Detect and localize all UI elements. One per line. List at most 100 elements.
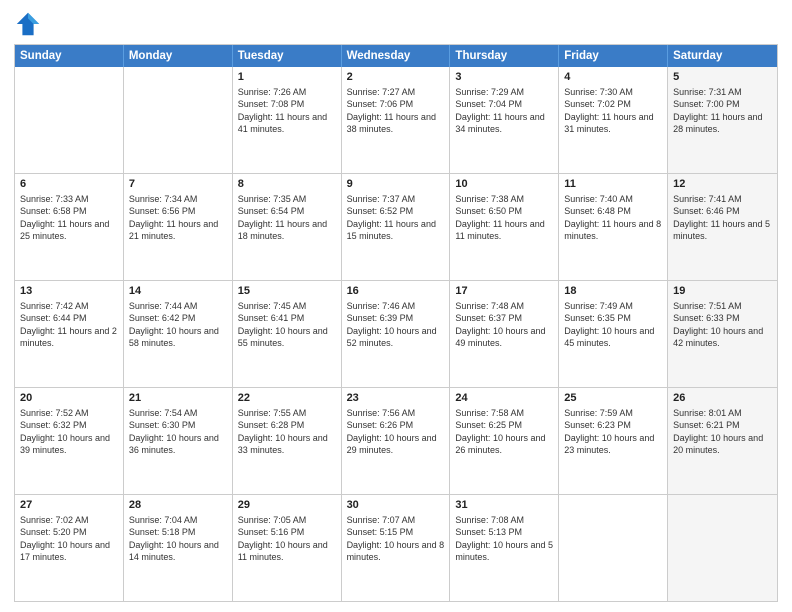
logo: [14, 10, 46, 38]
day-number: 6: [20, 177, 118, 192]
day-info: Sunrise: 7:55 AMSunset: 6:28 PMDaylight:…: [238, 407, 336, 457]
day-info: Sunrise: 7:49 AMSunset: 6:35 PMDaylight:…: [564, 300, 662, 350]
day-info: Sunrise: 7:04 AMSunset: 5:18 PMDaylight:…: [129, 514, 227, 564]
header-day-friday: Friday: [559, 45, 668, 67]
day-number: 4: [564, 70, 662, 85]
header-day-sunday: Sunday: [15, 45, 124, 67]
day-info: Sunrise: 7:59 AMSunset: 6:23 PMDaylight:…: [564, 407, 662, 457]
day-number: 27: [20, 498, 118, 513]
day-cell-9: 9Sunrise: 7:37 AMSunset: 6:52 PMDaylight…: [342, 174, 451, 280]
day-info: Sunrise: 7:46 AMSunset: 6:39 PMDaylight:…: [347, 300, 445, 350]
empty-cell: [559, 495, 668, 601]
day-info: Sunrise: 8:01 AMSunset: 6:21 PMDaylight:…: [673, 407, 772, 457]
day-cell-7: 7Sunrise: 7:34 AMSunset: 6:56 PMDaylight…: [124, 174, 233, 280]
day-info: Sunrise: 7:45 AMSunset: 6:41 PMDaylight:…: [238, 300, 336, 350]
day-cell-12: 12Sunrise: 7:41 AMSunset: 6:46 PMDayligh…: [668, 174, 777, 280]
calendar-body: 1Sunrise: 7:26 AMSunset: 7:08 PMDaylight…: [15, 67, 777, 601]
day-info: Sunrise: 7:52 AMSunset: 6:32 PMDaylight:…: [20, 407, 118, 457]
day-number: 28: [129, 498, 227, 513]
day-cell-18: 18Sunrise: 7:49 AMSunset: 6:35 PMDayligh…: [559, 281, 668, 387]
day-number: 15: [238, 284, 336, 299]
calendar-header: SundayMondayTuesdayWednesdayThursdayFrid…: [15, 45, 777, 67]
day-number: 7: [129, 177, 227, 192]
day-info: Sunrise: 7:30 AMSunset: 7:02 PMDaylight:…: [564, 86, 662, 136]
day-info: Sunrise: 7:48 AMSunset: 6:37 PMDaylight:…: [455, 300, 553, 350]
day-number: 12: [673, 177, 772, 192]
day-info: Sunrise: 7:41 AMSunset: 6:46 PMDaylight:…: [673, 193, 772, 243]
day-cell-19: 19Sunrise: 7:51 AMSunset: 6:33 PMDayligh…: [668, 281, 777, 387]
calendar-row-5: 27Sunrise: 7:02 AMSunset: 5:20 PMDayligh…: [15, 494, 777, 601]
calendar-row-4: 20Sunrise: 7:52 AMSunset: 6:32 PMDayligh…: [15, 387, 777, 494]
day-cell-8: 8Sunrise: 7:35 AMSunset: 6:54 PMDaylight…: [233, 174, 342, 280]
calendar: SundayMondayTuesdayWednesdayThursdayFrid…: [14, 44, 778, 602]
day-info: Sunrise: 7:37 AMSunset: 6:52 PMDaylight:…: [347, 193, 445, 243]
day-info: Sunrise: 7:51 AMSunset: 6:33 PMDaylight:…: [673, 300, 772, 350]
day-number: 22: [238, 391, 336, 406]
day-cell-15: 15Sunrise: 7:45 AMSunset: 6:41 PMDayligh…: [233, 281, 342, 387]
day-cell-16: 16Sunrise: 7:46 AMSunset: 6:39 PMDayligh…: [342, 281, 451, 387]
day-info: Sunrise: 7:05 AMSunset: 5:16 PMDaylight:…: [238, 514, 336, 564]
empty-cell: [124, 67, 233, 173]
day-number: 2: [347, 70, 445, 85]
day-cell-31: 31Sunrise: 7:08 AMSunset: 5:13 PMDayligh…: [450, 495, 559, 601]
day-number: 17: [455, 284, 553, 299]
logo-icon: [14, 10, 42, 38]
day-cell-20: 20Sunrise: 7:52 AMSunset: 6:32 PMDayligh…: [15, 388, 124, 494]
day-info: Sunrise: 7:27 AMSunset: 7:06 PMDaylight:…: [347, 86, 445, 136]
day-cell-17: 17Sunrise: 7:48 AMSunset: 6:37 PMDayligh…: [450, 281, 559, 387]
day-number: 25: [564, 391, 662, 406]
day-number: 13: [20, 284, 118, 299]
day-number: 23: [347, 391, 445, 406]
day-number: 3: [455, 70, 553, 85]
day-info: Sunrise: 7:29 AMSunset: 7:04 PMDaylight:…: [455, 86, 553, 136]
day-info: Sunrise: 7:35 AMSunset: 6:54 PMDaylight:…: [238, 193, 336, 243]
calendar-row-2: 6Sunrise: 7:33 AMSunset: 6:58 PMDaylight…: [15, 173, 777, 280]
day-cell-4: 4Sunrise: 7:30 AMSunset: 7:02 PMDaylight…: [559, 67, 668, 173]
day-number: 24: [455, 391, 553, 406]
day-cell-24: 24Sunrise: 7:58 AMSunset: 6:25 PMDayligh…: [450, 388, 559, 494]
header-day-monday: Monday: [124, 45, 233, 67]
day-cell-14: 14Sunrise: 7:44 AMSunset: 6:42 PMDayligh…: [124, 281, 233, 387]
header-day-tuesday: Tuesday: [233, 45, 342, 67]
header-day-thursday: Thursday: [450, 45, 559, 67]
day-info: Sunrise: 7:38 AMSunset: 6:50 PMDaylight:…: [455, 193, 553, 243]
day-number: 31: [455, 498, 553, 513]
header-day-saturday: Saturday: [668, 45, 777, 67]
header: [14, 10, 778, 38]
day-info: Sunrise: 7:34 AMSunset: 6:56 PMDaylight:…: [129, 193, 227, 243]
day-number: 10: [455, 177, 553, 192]
day-cell-1: 1Sunrise: 7:26 AMSunset: 7:08 PMDaylight…: [233, 67, 342, 173]
day-number: 14: [129, 284, 227, 299]
day-cell-13: 13Sunrise: 7:42 AMSunset: 6:44 PMDayligh…: [15, 281, 124, 387]
calendar-row-3: 13Sunrise: 7:42 AMSunset: 6:44 PMDayligh…: [15, 280, 777, 387]
day-info: Sunrise: 7:42 AMSunset: 6:44 PMDaylight:…: [20, 300, 118, 350]
day-cell-5: 5Sunrise: 7:31 AMSunset: 7:00 PMDaylight…: [668, 67, 777, 173]
day-number: 26: [673, 391, 772, 406]
day-cell-25: 25Sunrise: 7:59 AMSunset: 6:23 PMDayligh…: [559, 388, 668, 494]
day-number: 29: [238, 498, 336, 513]
day-info: Sunrise: 7:02 AMSunset: 5:20 PMDaylight:…: [20, 514, 118, 564]
day-info: Sunrise: 7:44 AMSunset: 6:42 PMDaylight:…: [129, 300, 227, 350]
header-day-wednesday: Wednesday: [342, 45, 451, 67]
day-cell-11: 11Sunrise: 7:40 AMSunset: 6:48 PMDayligh…: [559, 174, 668, 280]
day-number: 9: [347, 177, 445, 192]
page: SundayMondayTuesdayWednesdayThursdayFrid…: [0, 0, 792, 612]
day-info: Sunrise: 7:40 AMSunset: 6:48 PMDaylight:…: [564, 193, 662, 243]
day-cell-29: 29Sunrise: 7:05 AMSunset: 5:16 PMDayligh…: [233, 495, 342, 601]
day-info: Sunrise: 7:33 AMSunset: 6:58 PMDaylight:…: [20, 193, 118, 243]
day-number: 30: [347, 498, 445, 513]
day-info: Sunrise: 7:07 AMSunset: 5:15 PMDaylight:…: [347, 514, 445, 564]
day-cell-27: 27Sunrise: 7:02 AMSunset: 5:20 PMDayligh…: [15, 495, 124, 601]
calendar-row-1: 1Sunrise: 7:26 AMSunset: 7:08 PMDaylight…: [15, 67, 777, 173]
day-cell-30: 30Sunrise: 7:07 AMSunset: 5:15 PMDayligh…: [342, 495, 451, 601]
day-cell-10: 10Sunrise: 7:38 AMSunset: 6:50 PMDayligh…: [450, 174, 559, 280]
day-info: Sunrise: 7:08 AMSunset: 5:13 PMDaylight:…: [455, 514, 553, 564]
day-cell-2: 2Sunrise: 7:27 AMSunset: 7:06 PMDaylight…: [342, 67, 451, 173]
day-number: 21: [129, 391, 227, 406]
day-info: Sunrise: 7:26 AMSunset: 7:08 PMDaylight:…: [238, 86, 336, 136]
day-number: 5: [673, 70, 772, 85]
day-number: 18: [564, 284, 662, 299]
day-cell-23: 23Sunrise: 7:56 AMSunset: 6:26 PMDayligh…: [342, 388, 451, 494]
empty-cell: [668, 495, 777, 601]
day-info: Sunrise: 7:54 AMSunset: 6:30 PMDaylight:…: [129, 407, 227, 457]
